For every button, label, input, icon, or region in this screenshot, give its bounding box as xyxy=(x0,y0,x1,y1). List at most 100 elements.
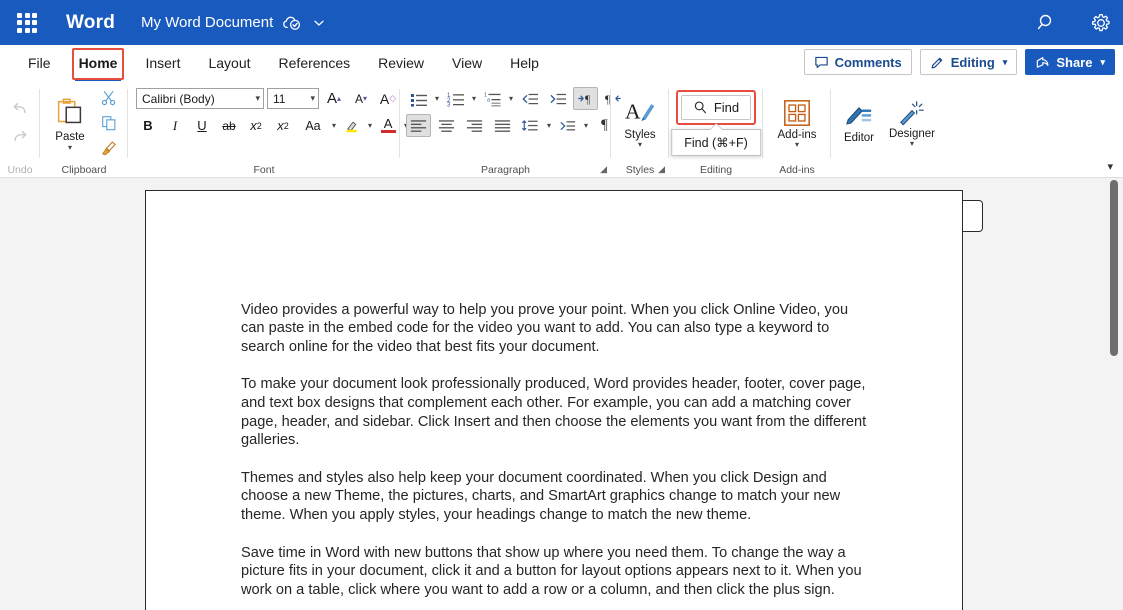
tab-help[interactable]: Help xyxy=(496,48,553,78)
chevron-down-icon[interactable]: ▾ xyxy=(910,140,914,148)
numbering-chevron-down-icon[interactable]: ▾ xyxy=(471,94,477,103)
increase-indent-icon[interactable] xyxy=(545,87,570,110)
numbered-list-icon[interactable]: 1 2 3 xyxy=(443,87,468,110)
share-button[interactable]: Share ▾ xyxy=(1025,49,1115,75)
find-tooltip: Find (⌘+F) xyxy=(671,129,761,156)
tab-file[interactable]: File xyxy=(14,48,65,78)
grow-font-button[interactable]: A▴ xyxy=(322,87,346,110)
highlight-chevron-down-icon[interactable]: ▾ xyxy=(367,121,373,130)
redo-arrow-icon[interactable] xyxy=(6,123,34,149)
chevron-down-icon[interactable]: ▾ xyxy=(68,143,72,152)
tab-file-label: File xyxy=(28,55,51,71)
decrease-indent-icon[interactable] xyxy=(517,87,542,110)
superscript-button[interactable]: x2 xyxy=(271,114,295,137)
gear-icon[interactable] xyxy=(1089,11,1113,35)
tab-view[interactable]: View xyxy=(438,48,496,78)
tab-review[interactable]: Review xyxy=(364,48,438,78)
pencil-icon xyxy=(930,55,945,70)
styles-label: Styles xyxy=(624,129,655,141)
shrink-font-button[interactable]: A▾ xyxy=(349,87,373,110)
group-label-clipboard: Clipboard xyxy=(40,162,128,178)
find-tooltip-text: Find (⌘+F) xyxy=(684,136,748,150)
paste-button[interactable]: Paste ▾ xyxy=(46,94,94,152)
ribbon-tab-strip: File Home Insert Layout References Revie… xyxy=(0,45,1123,81)
designer-label: Designer xyxy=(889,128,935,140)
side-panel-toggle-tab[interactable] xyxy=(963,200,983,232)
document-text-body[interactable]: Video provides a powerful way to help yo… xyxy=(146,191,962,610)
text-highlight-button[interactable] xyxy=(340,114,364,137)
document-paragraph-4: Save time in Word with new buttons that … xyxy=(241,544,867,600)
font-family-combobox[interactable]: Calibri (Body) ▾ xyxy=(136,88,264,109)
left-to-right-icon[interactable]: ¶ xyxy=(573,87,598,110)
group-label-styles-text: Styles xyxy=(626,164,655,176)
bold-button[interactable]: B xyxy=(136,114,160,137)
shading-icon[interactable] xyxy=(555,114,580,137)
bullets-chevron-down-icon[interactable]: ▾ xyxy=(434,94,440,103)
tab-layout[interactable]: Layout xyxy=(194,48,264,78)
document-title[interactable]: My Word Document xyxy=(141,14,273,31)
align-right-icon[interactable] xyxy=(462,114,487,137)
align-center-icon[interactable] xyxy=(434,114,459,137)
align-left-icon[interactable] xyxy=(406,114,431,137)
group-label-editing: Editing xyxy=(669,162,763,178)
format-painter-icon[interactable] xyxy=(96,136,122,160)
shading-chevron-down-icon[interactable]: ▾ xyxy=(583,121,589,130)
vertical-scrollbar[interactable] xyxy=(1109,178,1120,610)
undo-arrow-icon[interactable] xyxy=(6,95,34,121)
addins-button[interactable]: Add-ins ▾ xyxy=(773,95,821,149)
app-launcher-button[interactable] xyxy=(14,10,40,36)
underline-button[interactable]: U xyxy=(190,114,214,137)
justify-icon[interactable] xyxy=(490,114,515,137)
multilevel-list-icon[interactable]: 1 a xyxy=(480,87,505,110)
ribbon-group-paragraph: ▾ 1 2 3 ▾ xyxy=(400,81,611,178)
tab-references[interactable]: References xyxy=(265,48,365,78)
document-page[interactable]: Video provides a powerful way to help yo… xyxy=(145,190,963,610)
tab-home[interactable]: Home xyxy=(65,48,132,78)
font-size-combobox[interactable]: 11 ▾ xyxy=(267,88,319,109)
styles-dialog-launcher[interactable]: ◢ xyxy=(658,161,665,177)
italic-button[interactable]: I xyxy=(163,114,187,137)
search-icon[interactable] xyxy=(1035,11,1059,35)
share-icon xyxy=(1035,55,1050,70)
find-button[interactable]: Find xyxy=(681,95,751,120)
share-label: Share xyxy=(1056,55,1092,70)
subscript-button[interactable]: x2 xyxy=(244,114,268,137)
styles-button[interactable]: A Styles ▾ xyxy=(616,95,664,149)
scissors-icon[interactable] xyxy=(96,86,122,110)
multilevel-chevron-down-icon[interactable]: ▾ xyxy=(508,94,514,103)
title-bar-actions xyxy=(1035,0,1113,45)
change-case-button[interactable]: Aa xyxy=(298,114,328,137)
chevron-down-icon[interactable]: ▾ xyxy=(638,141,642,149)
tab-insert[interactable]: Insert xyxy=(131,48,194,78)
font-color-button[interactable]: A xyxy=(376,114,400,137)
bullet-list-icon[interactable] xyxy=(406,87,431,110)
tab-view-label: View xyxy=(452,55,482,71)
paragraph-dialog-launcher[interactable]: ◢ xyxy=(600,161,607,177)
svg-text:¶: ¶ xyxy=(585,94,591,106)
group-label-paragraph-text: Paragraph xyxy=(481,164,530,176)
chevron-down-icon[interactable]: ▾ xyxy=(1100,57,1105,68)
strikethrough-button[interactable]: ab xyxy=(217,114,241,137)
chevron-down-icon[interactable]: ▾ xyxy=(310,93,315,104)
document-canvas: Video provides a powerful way to help yo… xyxy=(0,178,1123,610)
line-spacing-chevron-down-icon[interactable]: ▾ xyxy=(546,121,552,130)
ribbon-collapse-chevron-down-icon[interactable]: ▾ xyxy=(1103,158,1117,175)
styles-icon: A xyxy=(624,98,656,128)
line-spacing-icon[interactable] xyxy=(518,114,543,137)
chevron-down-icon[interactable]: ▾ xyxy=(795,141,799,149)
change-case-chevron-down-icon[interactable]: ▾ xyxy=(331,121,337,130)
chevron-down-icon[interactable]: ▾ xyxy=(255,93,260,104)
comments-button[interactable]: Comments xyxy=(804,49,912,75)
chevron-down-icon[interactable]: ▾ xyxy=(1003,57,1008,68)
clear-formatting-button[interactable]: A◇ xyxy=(376,87,400,110)
editor-button[interactable]: Editor xyxy=(838,100,880,144)
designer-button[interactable]: Designer ▾ xyxy=(884,96,940,148)
svg-text:A: A xyxy=(625,99,641,123)
document-title-chevron-down-icon[interactable] xyxy=(312,16,326,30)
vertical-scroll-thumb[interactable] xyxy=(1110,180,1118,356)
tab-layout-label: Layout xyxy=(208,55,250,71)
copy-icon[interactable] xyxy=(96,111,122,135)
editing-mode-button[interactable]: Editing ▾ xyxy=(920,49,1018,75)
tab-home-label: Home xyxy=(79,55,118,71)
ribbon-toolbar: Undo Paste ▾ xyxy=(0,81,1123,178)
